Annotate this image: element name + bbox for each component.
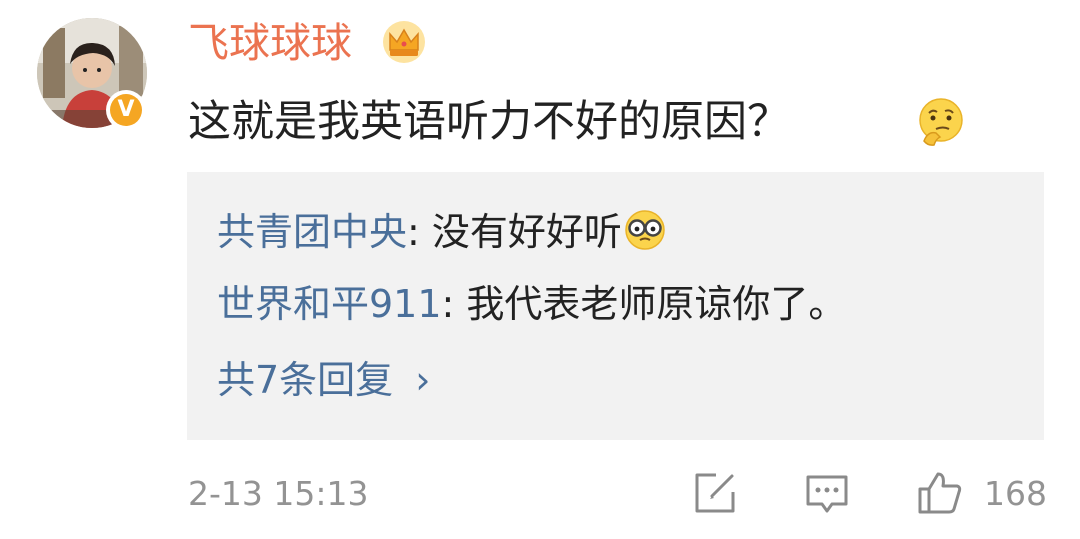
like-count: 168: [984, 474, 1047, 513]
reply-author[interactable]: 世界和平911: [217, 282, 442, 326]
reply-separator: :: [441, 282, 467, 326]
username[interactable]: 飞球球球: [188, 18, 352, 68]
chevron-right-icon: ›: [415, 358, 431, 402]
reply-item[interactable]: 共青团中央: 没有好好听: [217, 206, 666, 258]
nerd-glasses-emoji-icon: [625, 210, 665, 250]
like-thumbs-up-icon[interactable]: [915, 468, 965, 518]
replies-panel: 共青团中央: 没有好好听 世界和平911: 我代表老师原谅你了。 共7条回复 ›: [187, 172, 1044, 440]
view-all-replies-label: 共7条回复: [217, 358, 394, 402]
reply-separator: :: [407, 210, 432, 254]
crown-icon: [383, 21, 425, 63]
post-timestamp: 2-13 15:13: [188, 474, 369, 513]
verified-glyph: V: [110, 94, 142, 126]
repost-edit-icon[interactable]: [690, 468, 740, 518]
view-all-replies-link[interactable]: 共7条回复 ›: [217, 354, 430, 406]
verified-badge-icon: V: [106, 90, 146, 130]
comment-text: 这就是我英语听力不好的原因？: [188, 97, 790, 147]
reply-author[interactable]: 共青团中央: [217, 210, 407, 254]
thinking-emoji-icon: [919, 98, 963, 146]
reply-text: 没有好好听: [431, 210, 622, 254]
reply-text: 我代表老师原谅你了。: [466, 282, 847, 326]
reply-item[interactable]: 世界和平911: 我代表老师原谅你了。: [217, 278, 846, 330]
comment-icon[interactable]: [802, 468, 852, 518]
